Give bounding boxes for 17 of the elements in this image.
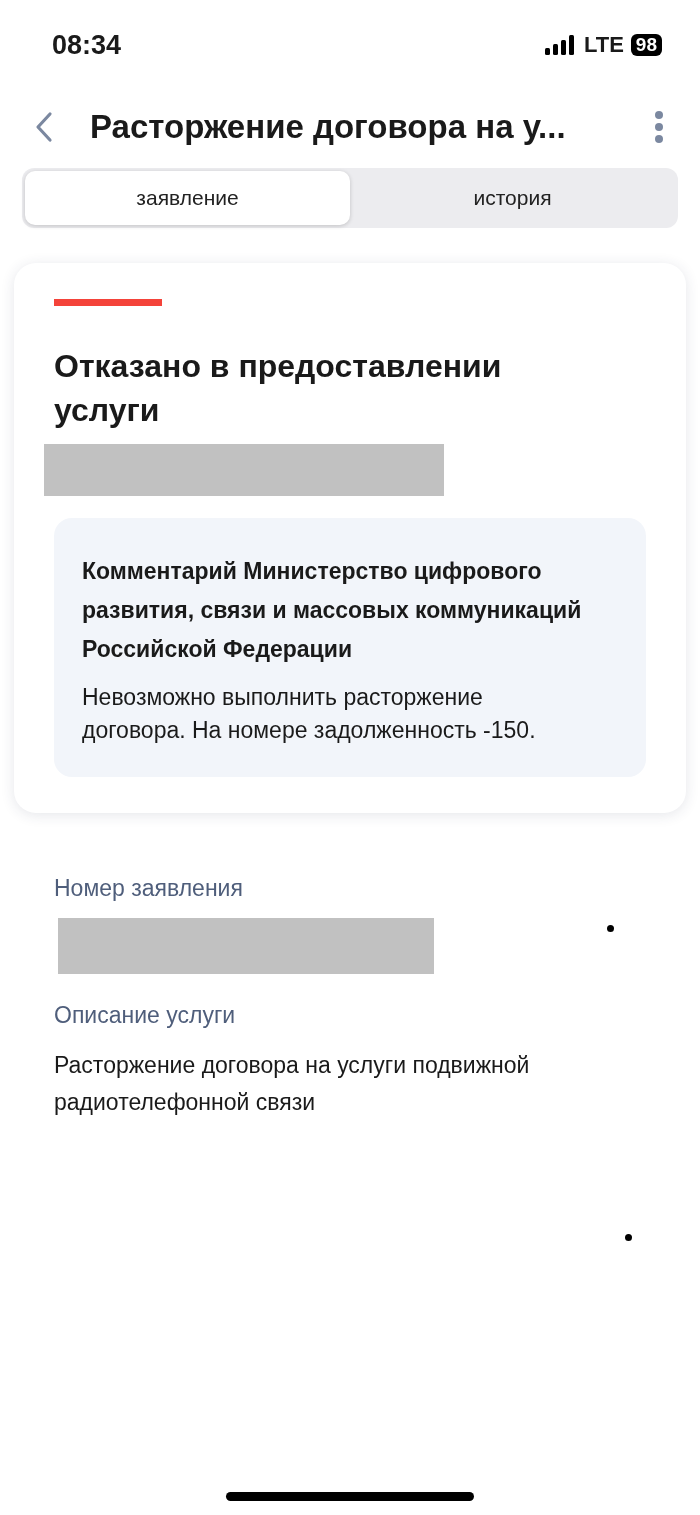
more-options-button[interactable] [654,111,664,143]
comment-title: Комментарий Министерство цифрового развития, связи и массовых коммуникаций Российской Федерации [82,557,583,664]
status-title: Отказано в предоставлении услуги [54,347,503,430]
field-value: Расторжение договора на услуги подвижной радиотелефонной связи [54,1051,531,1117]
page-title: Расторжение договора на у... [90,108,567,146]
field-label: Описание услуги [54,1002,237,1029]
signal-icon [544,35,577,55]
battery-level: 98 [630,34,662,56]
speck-mark [607,925,614,932]
speck-mark [625,1234,632,1241]
field-label: Номер заявления [54,875,244,902]
tab[interactable]: заявление [25,171,350,225]
back-button[interactable] [34,111,54,143]
status-time: 08:34 [52,29,122,61]
comment-text: Невозможно выполнить расторжение договора. На номере задолженность -150. [82,683,537,745]
tab[interactable]: история [350,171,675,225]
network-label: LTE [583,32,624,58]
